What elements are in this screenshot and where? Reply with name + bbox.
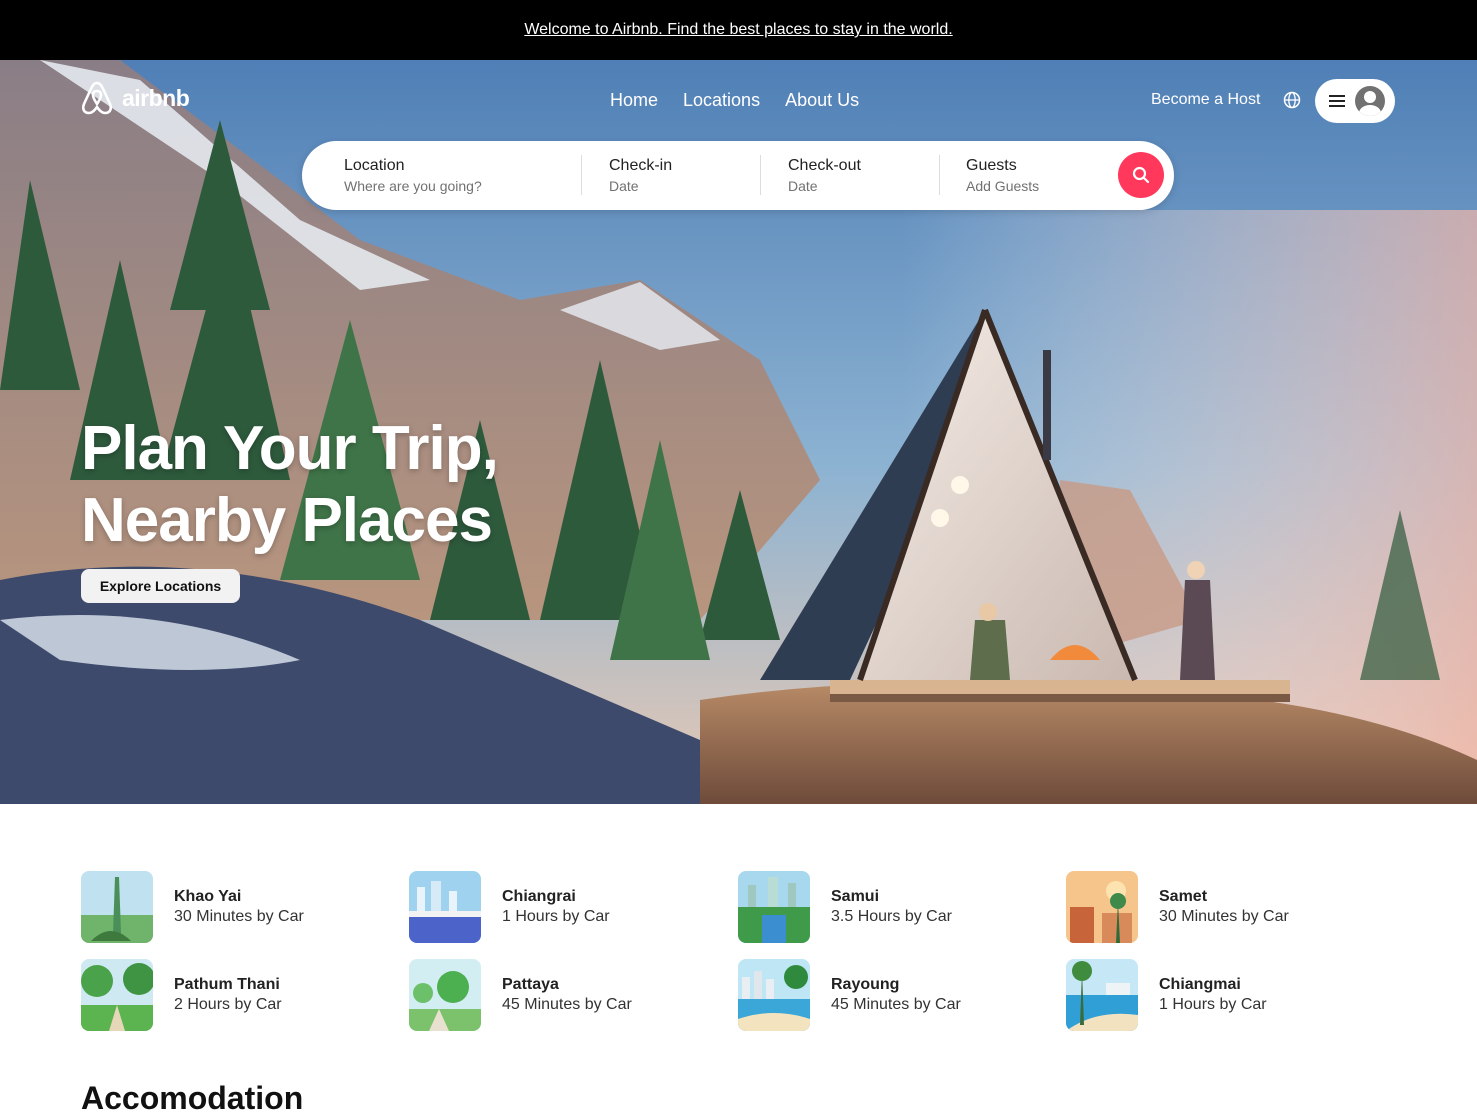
nav-about-us[interactable]: About Us bbox=[785, 90, 859, 111]
location-field[interactable]: Location Where are you going? bbox=[344, 157, 482, 194]
place-thumbnail bbox=[1066, 959, 1138, 1031]
guests-label: Guests bbox=[966, 157, 1017, 174]
search-divider bbox=[760, 155, 761, 195]
checkin-placeholder: Date bbox=[609, 178, 639, 194]
place-distance: 2 Hours by Car bbox=[174, 996, 282, 1013]
place-distance: 30 Minutes by Car bbox=[1159, 908, 1289, 925]
place-thumbnail bbox=[81, 959, 153, 1031]
explore-locations-button[interactable]: Explore Locations bbox=[81, 569, 240, 603]
place-name: Pathum Thani bbox=[174, 976, 280, 993]
place-card[interactable]: Rayoung 45 Minutes by Car bbox=[738, 959, 1038, 1031]
become-host-link[interactable]: Become a Host bbox=[1151, 91, 1260, 109]
place-card[interactable]: Samui 3.5 Hours by Car bbox=[738, 871, 1038, 943]
search-icon bbox=[1132, 166, 1150, 184]
place-name: Chiangmai bbox=[1159, 976, 1241, 993]
search-button[interactable] bbox=[1118, 152, 1164, 198]
place-card[interactable]: Pathum Thani 2 Hours by Car bbox=[81, 959, 381, 1031]
place-card[interactable]: Khao Yai 30 Minutes by Car bbox=[81, 871, 381, 943]
location-placeholder: Where are you going? bbox=[344, 178, 482, 194]
place-name: Chiangrai bbox=[502, 888, 576, 905]
checkin-label: Check-in bbox=[609, 157, 673, 174]
place-thumbnail bbox=[81, 871, 153, 943]
place-card[interactable]: Chiangrai 1 Hours by Car bbox=[409, 871, 709, 943]
place-card[interactable]: Pattaya 45 Minutes by Car bbox=[409, 959, 709, 1031]
place-distance: 45 Minutes by Car bbox=[502, 996, 632, 1013]
place-card[interactable]: Chiangmai 1 Hours by Car bbox=[1066, 959, 1366, 1031]
airbnb-logo-icon bbox=[81, 81, 113, 115]
place-distance: 1 Hours by Car bbox=[502, 908, 610, 925]
place-name: Khao Yai bbox=[174, 888, 242, 905]
place-name: Samet bbox=[1159, 888, 1208, 905]
globe-icon[interactable] bbox=[1283, 91, 1301, 109]
main-nav: Home Locations About Us bbox=[610, 90, 859, 111]
checkout-field[interactable]: Check-out Date bbox=[788, 157, 861, 194]
place-name: Pattaya bbox=[502, 976, 559, 993]
accommodation-heading: Accomodation bbox=[81, 1080, 304, 1116]
top-banner: Welcome to Airbnb. Find the best places … bbox=[0, 0, 1477, 60]
hero-title-line1: Plan Your Trip, bbox=[81, 414, 499, 483]
search-divider bbox=[581, 155, 582, 195]
place-distance: 30 Minutes by Car bbox=[174, 908, 304, 925]
place-thumbnail bbox=[738, 959, 810, 1031]
place-card[interactable]: Samet 30 Minutes by Car bbox=[1066, 871, 1366, 943]
place-name: Samui bbox=[831, 888, 880, 905]
place-distance: 3.5 Hours by Car bbox=[831, 908, 952, 925]
checkout-placeholder: Date bbox=[788, 178, 818, 194]
place-thumbnail bbox=[1066, 871, 1138, 943]
nav-locations[interactable]: Locations bbox=[683, 90, 760, 111]
avatar-icon bbox=[1355, 86, 1385, 116]
place-name: Rayoung bbox=[831, 976, 900, 993]
checkin-field[interactable]: Check-in Date bbox=[609, 157, 672, 194]
place-distance: 1 Hours by Car bbox=[1159, 996, 1267, 1013]
checkout-label: Check-out bbox=[788, 157, 861, 174]
guests-placeholder: Add Guests bbox=[966, 178, 1040, 194]
place-thumbnail bbox=[409, 871, 481, 943]
hero-title-line2: Nearby Places bbox=[81, 486, 493, 555]
place-distance: 45 Minutes by Car bbox=[831, 996, 961, 1013]
place-thumbnail bbox=[409, 959, 481, 1031]
brand-name: airbnb bbox=[122, 84, 190, 111]
search-divider bbox=[939, 155, 940, 195]
place-thumbnail bbox=[738, 871, 810, 943]
search-bar: Location Where are you going? Check-in D… bbox=[302, 141, 1174, 210]
hamburger-icon bbox=[1329, 95, 1345, 107]
user-menu-button[interactable] bbox=[1315, 79, 1395, 123]
airbnb-logo[interactable]: airbnb bbox=[80, 80, 190, 116]
welcome-link[interactable]: Welcome to Airbnb. Find the best places … bbox=[524, 21, 952, 39]
location-label: Location bbox=[344, 157, 405, 174]
hero-title: Plan Your Trip, Nearby Places bbox=[81, 413, 499, 557]
nav-home[interactable]: Home bbox=[610, 90, 658, 111]
guests-field[interactable]: Guests Add Guests bbox=[966, 157, 1039, 194]
